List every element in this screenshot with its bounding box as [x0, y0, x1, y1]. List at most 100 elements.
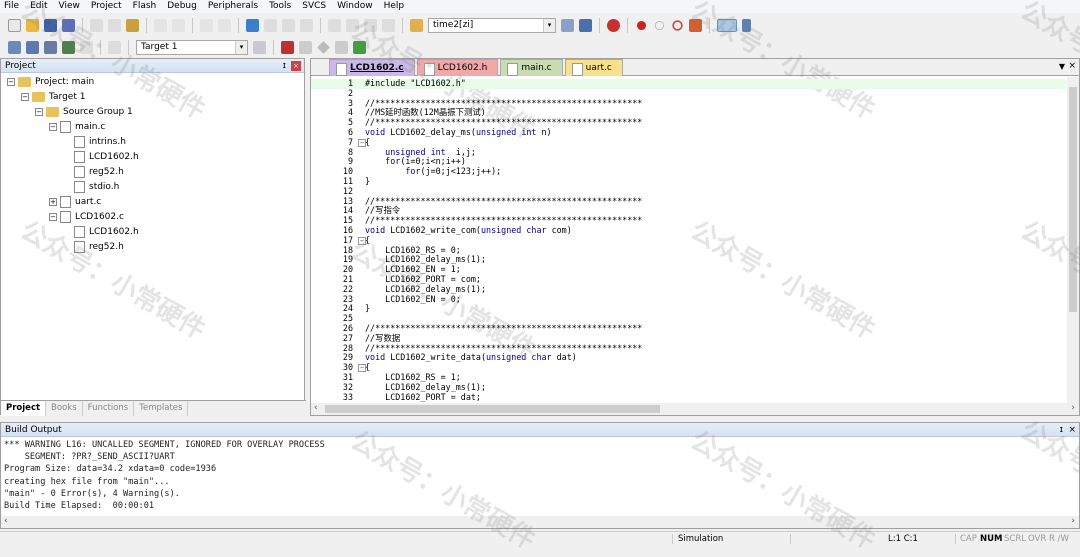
- tree-item[interactable]: − LCD1602.c: [1, 209, 304, 224]
- paste-icon[interactable]: [126, 18, 139, 32]
- tree-item[interactable]: − Target 1: [1, 89, 304, 104]
- target-options-icon[interactable]: [253, 40, 266, 54]
- configure-icon[interactable]: [742, 18, 751, 32]
- pack-installer-icon[interactable]: [353, 40, 366, 54]
- find-in-files-icon[interactable]: [410, 18, 423, 32]
- target-combo[interactable]: Target 1 ▾: [136, 39, 248, 55]
- copy-icon[interactable]: [108, 18, 121, 32]
- uncomment-icon[interactable]: [382, 18, 395, 32]
- editor-tab-lcd1602-h[interactable]: LCD1602.h: [416, 59, 499, 76]
- disable-breakpoint-icon[interactable]: [654, 20, 665, 30]
- window-layout-icon[interactable]: [717, 18, 737, 32]
- cut-icon[interactable]: [90, 18, 103, 32]
- menu-flash[interactable]: Flash: [133, 0, 157, 13]
- chevron-down-icon[interactable]: ▾: [543, 18, 555, 32]
- close-icon[interactable]: ×: [291, 61, 301, 71]
- pin-icon[interactable]: ɪ: [1060, 423, 1063, 437]
- chevron-down-icon[interactable]: ▾: [235, 40, 247, 54]
- scrollbar-thumb[interactable]: [325, 405, 660, 413]
- tab-templates[interactable]: Templates: [134, 401, 189, 416]
- disable-all-breakpoints-icon[interactable]: [689, 18, 702, 32]
- menu-file[interactable]: File: [4, 0, 19, 13]
- open-folder-icon[interactable]: [26, 18, 39, 32]
- manage-project-icon[interactable]: [281, 40, 294, 54]
- batch-build-icon[interactable]: [62, 40, 75, 54]
- incremental-find-icon[interactable]: [579, 18, 592, 32]
- find-combo[interactable]: time2[zi] ▾: [428, 17, 556, 33]
- collapse-icon[interactable]: −: [49, 212, 57, 221]
- tab-list-icon[interactable]: ▼: [1059, 62, 1065, 71]
- close-icon[interactable]: ×: [1068, 423, 1076, 437]
- breakpoint-icon[interactable]: [636, 20, 647, 30]
- prev-bookmark-icon[interactable]: [264, 18, 277, 32]
- menu-project[interactable]: Project: [91, 0, 122, 13]
- tree-item[interactable]: + uart.c: [1, 194, 304, 209]
- menu-peripherals[interactable]: Peripherals: [208, 0, 258, 13]
- download-icon[interactable]: [108, 40, 121, 54]
- select-pack-icon[interactable]: [317, 40, 330, 54]
- comment-icon[interactable]: [364, 18, 377, 32]
- tree-item[interactable]: − main.c: [1, 119, 304, 134]
- tree-item[interactable]: stdio.h: [1, 179, 304, 194]
- tree-item[interactable]: reg52.h: [1, 164, 304, 179]
- tree-item[interactable]: − Project: main: [1, 74, 304, 89]
- build-icon[interactable]: [26, 40, 39, 54]
- find-icon[interactable]: [561, 18, 574, 32]
- menu-help[interactable]: Help: [384, 0, 405, 13]
- nav-forward-icon[interactable]: [218, 18, 231, 32]
- stop-build-icon[interactable]: [80, 40, 93, 54]
- expand-icon[interactable]: +: [49, 197, 57, 206]
- translate-icon[interactable]: [8, 40, 21, 54]
- nav-back-icon[interactable]: [200, 18, 213, 32]
- scroll-left-icon[interactable]: ‹: [4, 516, 8, 526]
- kill-breakpoints-icon[interactable]: [672, 19, 683, 31]
- copy-project-icon[interactable]: [299, 40, 312, 54]
- menu-debug[interactable]: Debug: [167, 0, 197, 13]
- tree-item[interactable]: − Source Group 1: [1, 104, 304, 119]
- tree-item[interactable]: reg52.h: [1, 239, 304, 254]
- collapse-icon[interactable]: −: [49, 122, 57, 131]
- save-icon[interactable]: [44, 18, 57, 32]
- vertical-scrollbar[interactable]: [1067, 77, 1079, 404]
- tree-item[interactable]: LCD1602.h: [1, 149, 304, 164]
- collapse-icon[interactable]: −: [21, 92, 29, 101]
- new-file-icon[interactable]: [8, 18, 21, 32]
- close-icon[interactable]: ×: [1068, 61, 1076, 71]
- tree-item[interactable]: intrins.h: [1, 134, 304, 149]
- save-all-icon[interactable]: [62, 18, 75, 32]
- scroll-right-icon[interactable]: ›: [1071, 516, 1075, 526]
- bookmark-icon[interactable]: [246, 18, 259, 32]
- tab-books[interactable]: Books: [46, 401, 83, 416]
- run-time-environment-icon[interactable]: [335, 40, 348, 54]
- undo-icon[interactable]: [154, 18, 167, 32]
- editor-tab-main-c[interactable]: main.c: [500, 59, 563, 76]
- indent-icon[interactable]: [328, 18, 341, 32]
- horizontal-scrollbar[interactable]: ‹ ›: [311, 403, 1079, 415]
- redo-icon[interactable]: [172, 18, 185, 32]
- tree-item-label: uart.c: [75, 196, 102, 207]
- tab-functions[interactable]: Functions: [83, 401, 135, 416]
- unindent-icon[interactable]: [346, 18, 359, 32]
- editor-tab-lcd1602-c[interactable]: LCD1602.c: [329, 59, 415, 76]
- menu-window[interactable]: Window: [337, 0, 373, 13]
- pin-icon[interactable]: ɪ: [283, 59, 286, 73]
- menu-tools[interactable]: Tools: [269, 0, 291, 13]
- menu-svcs[interactable]: SVCS: [302, 0, 326, 13]
- tree-item[interactable]: LCD1602.h: [1, 224, 304, 239]
- code-editor[interactable]: 1 #include "LCD1602.h" 2 3 //***************…: [311, 79, 1066, 404]
- collapse-icon[interactable]: −: [7, 77, 15, 86]
- debug-session-icon[interactable]: [607, 18, 620, 32]
- menu-edit[interactable]: Edit: [30, 0, 47, 13]
- clear-bookmarks-icon[interactable]: [300, 18, 313, 32]
- rebuild-icon[interactable]: [44, 40, 57, 54]
- collapse-icon[interactable]: −: [35, 107, 43, 116]
- scrollbar-thumb[interactable]: [1069, 87, 1077, 312]
- code-text: }: [365, 175, 371, 186]
- scroll-right-icon[interactable]: ›: [1071, 403, 1075, 413]
- tab-project[interactable]: Project: [1, 401, 47, 416]
- editor-tab-uart-c[interactable]: uart.c: [564, 59, 623, 76]
- next-bookmark-icon[interactable]: [282, 18, 295, 32]
- build-horizontal-scrollbar[interactable]: ‹ ›: [1, 516, 1079, 528]
- scroll-left-icon[interactable]: ‹: [314, 403, 318, 413]
- menu-view[interactable]: View: [59, 0, 80, 13]
